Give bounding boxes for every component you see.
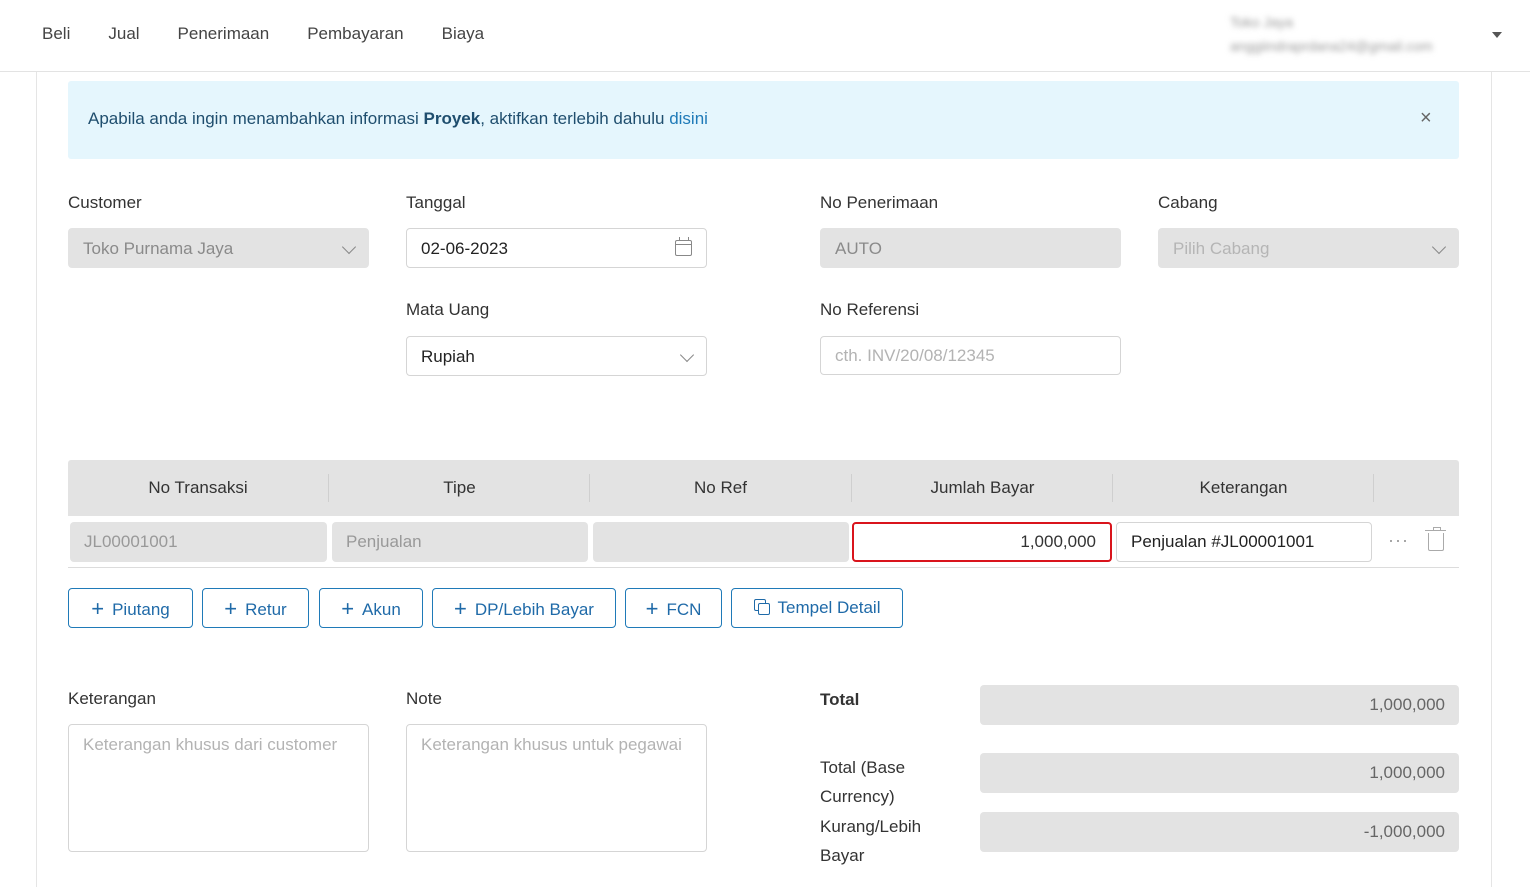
add-akun-button[interactable]: + Akun [319, 588, 423, 628]
close-icon[interactable]: × [1420, 107, 1432, 130]
chevron-down-icon [679, 347, 695, 363]
add-fcn-button[interactable]: + FCN [625, 588, 722, 628]
alert-bold-proyek: Proyek [423, 109, 481, 128]
caret-down-icon[interactable] [1492, 32, 1502, 38]
header-separator [1373, 474, 1374, 502]
row-tipe: Penjualan [332, 522, 588, 562]
row-no-transaksi: JL00001001 [70, 522, 327, 562]
total-label: Total [820, 690, 860, 709]
user-email: anggiindraprdana24@gmail.com [1230, 38, 1433, 54]
nav-pembayaran[interactable]: Pembayaran [307, 24, 403, 44]
nav-biaya[interactable]: Biaya [442, 24, 485, 44]
plus-icon: + [645, 596, 659, 621]
no-penerimaan-label: No Penerimaan [820, 193, 939, 212]
plus-icon: + [341, 596, 355, 621]
th-jumlah-bayar: Jumlah Bayar [930, 478, 1035, 497]
more-options-icon[interactable]: ··· [1388, 530, 1409, 551]
th-no-transaksi: No Transaksi [148, 478, 248, 497]
trash-icon[interactable] [1425, 527, 1446, 551]
kurang-lebih-bayar-label: Kurang/Lebih Bayar [820, 817, 922, 865]
top-navigation: Beli Jual Penerimaan Pembayaran Biaya To… [0, 0, 1530, 72]
total-base-currency-label: Total (Base Currency) [820, 758, 906, 806]
note-textarea[interactable]: Keterangan khusus untuk pegawai [406, 724, 707, 852]
nav-beli[interactable]: Beli [42, 24, 70, 44]
alert-link-disini[interactable]: disini [669, 109, 708, 128]
nav-jual[interactable]: Jual [108, 24, 139, 44]
add-piutang-button[interactable]: + Piutang [68, 588, 193, 628]
plus-icon: + [91, 596, 105, 621]
nav-penerimaan[interactable]: Penerimaan [178, 24, 270, 44]
keterangan-textarea[interactable]: Keterangan khusus dari customer [68, 724, 369, 852]
row-no-ref [593, 522, 849, 562]
add-dp-lebih-bayar-button[interactable]: + DP/Lebih Bayar [432, 588, 616, 628]
cabang-select[interactable]: Pilih Cabang [1158, 228, 1459, 268]
no-referensi-input[interactable]: cth. INV/20/08/12345 [820, 336, 1121, 375]
th-no-ref: No Ref [694, 478, 747, 497]
chevron-down-icon [341, 239, 357, 255]
tanggal-label: Tanggal [406, 193, 466, 212]
plus-icon: + [224, 596, 238, 621]
user-menu[interactable]: Toko Jaya anggiindraprdana24@gmail.com [1230, 12, 1480, 62]
keterangan-label: Keterangan [68, 689, 156, 708]
content-border-right [1491, 72, 1492, 887]
cabang-label: Cabang [1158, 193, 1218, 212]
plus-icon: + [454, 596, 467, 621]
main-menu: Beli Jual Penerimaan Pembayaran Biaya [42, 24, 484, 44]
tanggal-input[interactable]: 02-06-2023 [406, 228, 707, 268]
chevron-down-icon [1431, 239, 1447, 255]
kurang-lebih-bayar-field: -1,000,000 [980, 812, 1459, 852]
copy-icon [753, 599, 770, 615]
customer-label: Customer [68, 193, 142, 212]
row-keterangan-input[interactable]: Penjualan #JL00001001 [1116, 522, 1372, 562]
mata-uang-select[interactable]: Rupiah [406, 336, 707, 376]
transaction-table-header: No Transaksi Tipe No Ref Jumlah Bayar Ke… [68, 460, 1459, 516]
tempel-detail-button[interactable]: Tempel Detail [731, 588, 903, 628]
info-alert: Apabila anda ingin menambahkan informasi… [68, 81, 1459, 159]
row-divider [68, 567, 1459, 568]
calendar-icon[interactable] [675, 237, 692, 256]
row-jumlah-bayar-input[interactable]: 1,000,000 [852, 522, 1112, 562]
total-base-currency-field: 1,000,000 [980, 753, 1459, 793]
no-referensi-label: No Referensi [820, 300, 920, 319]
mata-uang-label: Mata Uang [406, 300, 490, 319]
user-name: Toko Jaya [1230, 14, 1294, 30]
customer-select[interactable]: Toko Purnama Jaya [68, 228, 369, 268]
th-tipe: Tipe [443, 478, 476, 497]
no-penerimaan-field: AUTO [820, 228, 1121, 268]
total-field: 1,000,000 [980, 685, 1459, 725]
content-border-left [36, 72, 37, 887]
note-label: Note [406, 689, 442, 708]
th-keterangan: Keterangan [1199, 478, 1288, 497]
add-retur-button[interactable]: + Retur [202, 588, 309, 628]
alert-message: Apabila anda ingin menambahkan informasi… [88, 109, 708, 128]
